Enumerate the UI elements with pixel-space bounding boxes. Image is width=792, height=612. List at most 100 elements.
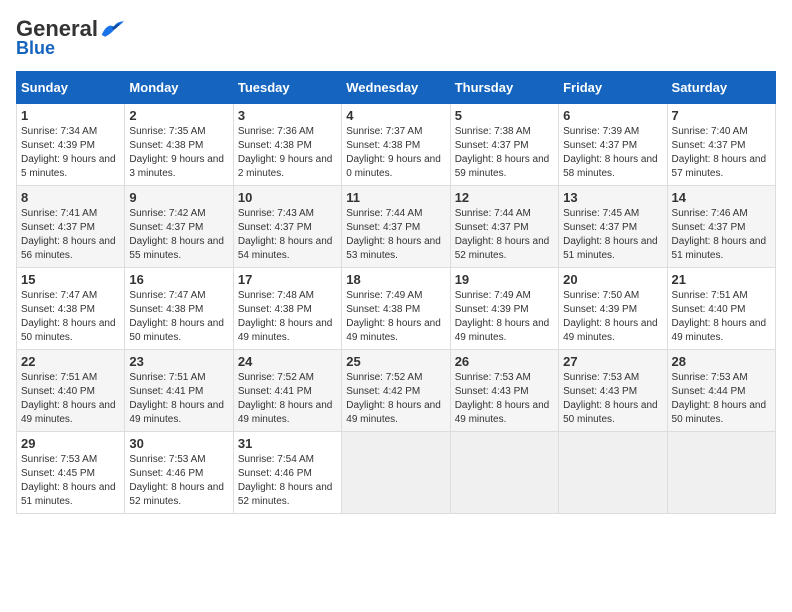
day-number: 5 [455, 108, 554, 123]
header-saturday: Saturday [667, 72, 775, 104]
calendar-cell: 10Sunrise: 7:43 AMSunset: 4:37 PMDayligh… [233, 186, 341, 268]
day-number: 29 [21, 436, 120, 451]
day-info: Sunrise: 7:40 AMSunset: 4:37 PMDaylight:… [672, 125, 771, 181]
calendar-cell [667, 432, 775, 514]
calendar-week-row: 8Sunrise: 7:41 AMSunset: 4:37 PMDaylight… [17, 186, 776, 268]
calendar-cell: 20 Sunrise: 7:50 AMSunset: 4:39 PMDayligh… [559, 268, 667, 350]
day-number: 15 [21, 272, 120, 287]
calendar-cell: 22 Sunrise: 7:51 AMSunset: 4:40 PMDayligh… [17, 350, 125, 432]
day-number: 1 [21, 108, 120, 123]
header-wednesday: Wednesday [342, 72, 450, 104]
header-friday: Friday [559, 72, 667, 104]
day-info: Sunrise: 7:53 AMSunset: 4:46 PMDaylight:… [129, 453, 228, 509]
logo-bird-icon [100, 19, 124, 39]
day-info: Sunrise: 7:52 AMSunset: 4:42 PMDaylight:… [346, 371, 445, 427]
day-number: 19 [455, 272, 554, 287]
day-info: Sunrise: 7:51 AMSunset: 4:40 PMDaylight:… [672, 289, 771, 345]
calendar-week-row: 29 Sunrise: 7:53 AMSunset: 4:45 PMDayligh… [17, 432, 776, 514]
day-number: 30 [129, 436, 228, 451]
day-info: Sunrise: 7:47 AMSunset: 4:38 PMDaylight:… [21, 289, 120, 345]
calendar-cell: 18 Sunrise: 7:49 AMSunset: 4:38 PMDayligh… [342, 268, 450, 350]
calendar-cell: 26 Sunrise: 7:53 AMSunset: 4:43 PMDayligh… [450, 350, 558, 432]
day-number: 22 [21, 354, 120, 369]
day-info: Sunrise: 7:44 AMSunset: 4:37 PMDaylight:… [346, 207, 445, 263]
day-info: Sunrise: 7:53 AMSunset: 4:43 PMDaylight:… [455, 371, 554, 427]
calendar-cell: 16Sunrise: 7:47 AMSunset: 4:38 PMDayligh… [125, 268, 233, 350]
day-number: 18 [346, 272, 445, 287]
day-number: 9 [129, 190, 228, 205]
calendar-cell: 8Sunrise: 7:41 AMSunset: 4:37 PMDaylight… [17, 186, 125, 268]
header-tuesday: Tuesday [233, 72, 341, 104]
calendar-cell: 17 Sunrise: 7:48 AMSunset: 4:38 PMDayligh… [233, 268, 341, 350]
day-number: 20 [563, 272, 662, 287]
calendar-cell: 21 Sunrise: 7:51 AMSunset: 4:40 PMDayligh… [667, 268, 775, 350]
day-info: Sunrise: 7:51 AMSunset: 4:41 PMDaylight:… [129, 371, 228, 427]
calendar-cell: 24Sunrise: 7:52 AMSunset: 4:41 PMDayligh… [233, 350, 341, 432]
day-number: 13 [563, 190, 662, 205]
day-info: Sunrise: 7:35 AMSunset: 4:38 PMDaylight:… [129, 125, 228, 181]
calendar-header-row: SundayMondayTuesdayWednesdayThursdayFrid… [17, 72, 776, 104]
calendar-cell: 19 Sunrise: 7:49 AMSunset: 4:39 PMDayligh… [450, 268, 558, 350]
day-number: 23 [129, 354, 228, 369]
logo-blue-text: Blue [16, 38, 55, 59]
day-info: Sunrise: 7:43 AMSunset: 4:37 PMDaylight:… [238, 207, 337, 263]
calendar-cell: 27Sunrise: 7:53 AMSunset: 4:43 PMDayligh… [559, 350, 667, 432]
day-number: 27 [563, 354, 662, 369]
calendar-cell: 4Sunrise: 7:37 AMSunset: 4:38 PMDaylight… [342, 104, 450, 186]
day-number: 12 [455, 190, 554, 205]
header: General Blue [16, 16, 776, 59]
header-monday: Monday [125, 72, 233, 104]
calendar-week-row: 22 Sunrise: 7:51 AMSunset: 4:40 PMDayligh… [17, 350, 776, 432]
day-info: Sunrise: 7:51 AMSunset: 4:40 PMDaylight:… [21, 371, 120, 427]
calendar-week-row: 1 Sunrise: 7:34 AMSunset: 4:39 PMDaylight… [17, 104, 776, 186]
day-info: Sunrise: 7:49 AMSunset: 4:39 PMDaylight:… [455, 289, 554, 345]
day-number: 4 [346, 108, 445, 123]
day-info: Sunrise: 7:34 AMSunset: 4:39 PMDaylight:… [21, 125, 120, 181]
day-info: Sunrise: 7:54 AMSunset: 4:46 PMDaylight:… [238, 453, 337, 509]
day-info: Sunrise: 7:39 AMSunset: 4:37 PMDaylight:… [563, 125, 662, 181]
calendar-cell: 9 Sunrise: 7:42 AMSunset: 4:37 PMDaylight… [125, 186, 233, 268]
calendar-cell: 12 Sunrise: 7:44 AMSunset: 4:37 PMDayligh… [450, 186, 558, 268]
day-number: 11 [346, 190, 445, 205]
calendar-cell: 30 Sunrise: 7:53 AMSunset: 4:46 PMDayligh… [125, 432, 233, 514]
day-info: Sunrise: 7:49 AMSunset: 4:38 PMDaylight:… [346, 289, 445, 345]
calendar-table: SundayMondayTuesdayWednesdayThursdayFrid… [16, 71, 776, 514]
day-info: Sunrise: 7:53 AMSunset: 4:45 PMDaylight:… [21, 453, 120, 509]
calendar-cell [342, 432, 450, 514]
calendar-cell: 6 Sunrise: 7:39 AMSunset: 4:37 PMDaylight… [559, 104, 667, 186]
calendar-cell: 7 Sunrise: 7:40 AMSunset: 4:37 PMDaylight… [667, 104, 775, 186]
day-info: Sunrise: 7:41 AMSunset: 4:37 PMDaylight:… [21, 207, 120, 263]
day-info: Sunrise: 7:38 AMSunset: 4:37 PMDaylight:… [455, 125, 554, 181]
logo: General Blue [16, 16, 124, 59]
calendar-week-row: 15 Sunrise: 7:47 AMSunset: 4:38 PMDayligh… [17, 268, 776, 350]
day-info: Sunrise: 7:53 AMSunset: 4:44 PMDaylight:… [672, 371, 771, 427]
day-number: 16 [129, 272, 228, 287]
day-info: Sunrise: 7:48 AMSunset: 4:38 PMDaylight:… [238, 289, 337, 345]
calendar-cell: 28 Sunrise: 7:53 AMSunset: 4:44 PMDayligh… [667, 350, 775, 432]
day-info: Sunrise: 7:50 AMSunset: 4:39 PMDaylight:… [563, 289, 662, 345]
day-number: 3 [238, 108, 337, 123]
calendar-cell: 25Sunrise: 7:52 AMSunset: 4:42 PMDayligh… [342, 350, 450, 432]
day-number: 6 [563, 108, 662, 123]
day-info: Sunrise: 7:52 AMSunset: 4:41 PMDaylight:… [238, 371, 337, 427]
calendar-cell [559, 432, 667, 514]
day-number: 31 [238, 436, 337, 451]
calendar-cell: 11 Sunrise: 7:44 AMSunset: 4:37 PMDayligh… [342, 186, 450, 268]
calendar-cell: 1 Sunrise: 7:34 AMSunset: 4:39 PMDaylight… [17, 104, 125, 186]
header-thursday: Thursday [450, 72, 558, 104]
calendar-cell: 2Sunrise: 7:35 AMSunset: 4:38 PMDaylight… [125, 104, 233, 186]
day-info: Sunrise: 7:45 AMSunset: 4:37 PMDaylight:… [563, 207, 662, 263]
day-number: 26 [455, 354, 554, 369]
calendar-cell: 29 Sunrise: 7:53 AMSunset: 4:45 PMDayligh… [17, 432, 125, 514]
day-number: 14 [672, 190, 771, 205]
day-number: 21 [672, 272, 771, 287]
calendar-cell: 5 Sunrise: 7:38 AMSunset: 4:37 PMDaylight… [450, 104, 558, 186]
calendar-cell: 13 Sunrise: 7:45 AMSunset: 4:37 PMDayligh… [559, 186, 667, 268]
day-info: Sunrise: 7:42 AMSunset: 4:37 PMDaylight:… [129, 207, 228, 263]
day-number: 7 [672, 108, 771, 123]
calendar-cell: 15 Sunrise: 7:47 AMSunset: 4:38 PMDayligh… [17, 268, 125, 350]
day-number: 28 [672, 354, 771, 369]
day-number: 17 [238, 272, 337, 287]
day-info: Sunrise: 7:44 AMSunset: 4:37 PMDaylight:… [455, 207, 554, 263]
calendar-cell: 31 Sunrise: 7:54 AMSunset: 4:46 PMDayligh… [233, 432, 341, 514]
